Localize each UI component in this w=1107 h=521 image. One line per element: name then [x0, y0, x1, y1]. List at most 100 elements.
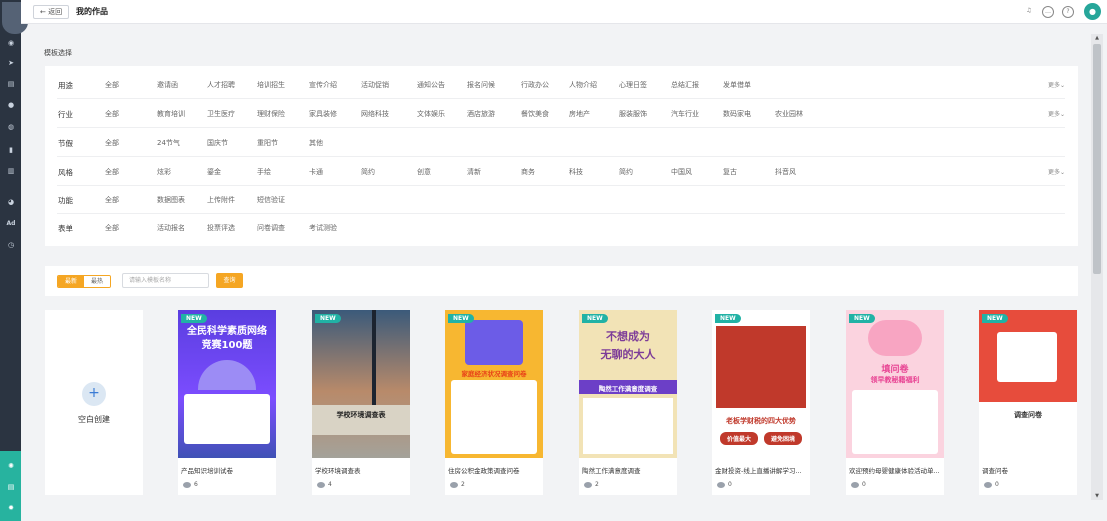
scroll-up-icon[interactable]: ▲ — [1091, 35, 1103, 41]
query-button[interactable]: 查询 — [216, 273, 243, 288]
filter-option[interactable]: 中国风 — [671, 167, 692, 177]
blank-create-card[interactable]: + 空白创建 — [45, 310, 143, 495]
filter-option[interactable]: 科技 — [569, 167, 583, 177]
more-dropdown[interactable]: 更多⌄ — [1048, 167, 1065, 176]
filter-option[interactable]: 全部 — [105, 138, 119, 148]
filter-option[interactable]: 国庆节 — [207, 138, 228, 148]
chat-icon[interactable]: … — [1042, 6, 1054, 18]
filter-option[interactable]: 培训招生 — [257, 80, 285, 90]
filter-option[interactable]: 活动报名 — [157, 223, 185, 233]
sidebar: ◉ ➤ ▤ ● ◍ ▮ ▥ ◕ Ad ◷ ✺ ▤ ✹ — [0, 0, 28, 521]
filter-option[interactable]: 上传附件 — [207, 195, 235, 205]
plus-icon[interactable]: + — [82, 382, 106, 406]
tab-hot[interactable]: 最热 — [84, 276, 110, 287]
filter-option[interactable]: 清新 — [467, 167, 481, 177]
bookmark-icon[interactable]: ▮ — [6, 145, 16, 155]
filter-option[interactable]: 酒店旅游 — [467, 109, 495, 119]
filter-option[interactable]: 创意 — [417, 167, 431, 177]
filter-option[interactable]: 人才招聘 — [207, 80, 235, 90]
filter-option[interactable]: 家具装修 — [309, 109, 337, 119]
filter-row: 风格 全部 炫彩 鎏金 手绘 卡通 简约 创意 清新 商务 科技 简约 中国风 复古 抖音风 更多⌄ — [57, 158, 1065, 186]
template-card[interactable]: 填问卷 领早教秘籍福利 NEW 欢迎预约母婴健康体验活动单... 0 — [846, 310, 944, 495]
filter-option[interactable]: 房地产 — [569, 109, 590, 119]
filter-option[interactable]: 全部 — [105, 109, 119, 119]
filter-option[interactable]: 汽车行业 — [671, 109, 699, 119]
filter-option[interactable]: 通知公告 — [417, 80, 445, 90]
template-card[interactable]: 调查问卷 NEW 调查问卷 0 — [979, 310, 1077, 495]
thumb-textbox — [184, 394, 270, 444]
filter-option[interactable]: 网络科技 — [361, 109, 389, 119]
filter-option[interactable]: 手绘 — [257, 167, 271, 177]
document-icon[interactable]: ▤ — [6, 482, 16, 492]
filter-option[interactable]: 简约 — [619, 167, 633, 177]
wechat-icon[interactable]: ◕ — [6, 197, 16, 207]
help-icon[interactable]: ? — [1062, 6, 1074, 18]
filter-option[interactable]: 抖音风 — [775, 167, 796, 177]
atom-icon[interactable]: ✺ — [6, 461, 16, 471]
ad-icon[interactable]: Ad — [6, 219, 16, 229]
filter-option[interactable]: 其他 — [309, 138, 323, 148]
chart-icon[interactable]: ▥ — [6, 166, 16, 176]
filter-option[interactable]: 全部 — [105, 195, 119, 205]
filter-option[interactable]: 数据图表 — [157, 195, 185, 205]
scrollbar-thumb[interactable] — [1093, 44, 1101, 274]
filter-option[interactable]: 卫生医疗 — [207, 109, 235, 119]
filter-option[interactable]: 复古 — [723, 167, 737, 177]
filter-option[interactable]: 邀请函 — [157, 80, 178, 90]
filter-option[interactable]: 全部 — [105, 223, 119, 233]
filter-option[interactable]: 活动促销 — [361, 80, 389, 90]
filter-option[interactable]: 考试测验 — [309, 223, 337, 233]
tab-latest[interactable]: 最新 — [58, 276, 84, 287]
filter-option[interactable]: 卡通 — [309, 167, 323, 177]
filter-option[interactable]: 总结汇报 — [671, 80, 699, 90]
user-icon[interactable]: ● — [6, 100, 16, 110]
scroll-down-icon[interactable]: ▼ — [1091, 493, 1103, 499]
filter-option[interactable]: 宣传介绍 — [309, 80, 337, 90]
filter-option[interactable]: 问卷调查 — [257, 223, 285, 233]
filter-option[interactable]: 短信验证 — [257, 195, 285, 205]
filter-option[interactable]: 炫彩 — [157, 167, 171, 177]
filter-option[interactable]: 服装服饰 — [619, 109, 647, 119]
clock-icon[interactable]: ◷ — [6, 240, 16, 250]
filter-option[interactable]: 24节气 — [157, 138, 180, 148]
new-badge: NEW — [849, 314, 875, 323]
template-card[interactable]: 老板学财税的四大优势 价值最大 避免困境 NEW 金财投资-线上直播讲解学习..… — [712, 310, 810, 495]
header: ← 返回 我的作品 ♫ … ? ● — [21, 0, 1107, 24]
filter-option[interactable]: 文体娱乐 — [417, 109, 445, 119]
filter-option[interactable]: 全部 — [105, 167, 119, 177]
template-card[interactable]: 家庭经济状况调查问卷 NEW 住房公积金政策调查问卷 2 — [445, 310, 543, 495]
filter-option[interactable]: 鎏金 — [207, 167, 221, 177]
bell-icon[interactable]: ♫ — [1023, 6, 1035, 18]
settings-icon[interactable]: ✹ — [6, 503, 16, 513]
filter-option[interactable]: 教育培训 — [157, 109, 185, 119]
template-card[interactable]: 全民科学素质网络 竞赛100题 NEW 产品知识培训试卷 6 — [178, 310, 276, 495]
lamp-post — [372, 310, 376, 405]
filter-option[interactable]: 重阳节 — [257, 138, 278, 148]
filter-option[interactable]: 全部 — [105, 80, 119, 90]
send-icon[interactable]: ➤ — [6, 58, 16, 68]
filter-option[interactable]: 发单借单 — [723, 80, 751, 90]
search-input[interactable]: 请输入模板名称 — [122, 273, 209, 288]
more-dropdown[interactable]: 更多⌄ — [1048, 80, 1065, 89]
filter-option[interactable]: 行政办公 — [521, 80, 549, 90]
avatar[interactable]: ● — [1084, 3, 1101, 20]
template-card[interactable]: 不想成为 无聊的大人 陶然工作满意度调查 NEW 陶然工作满意度调查 2 — [579, 310, 677, 495]
filter-option[interactable]: 报名问候 — [467, 80, 495, 90]
filter-option[interactable]: 人物介绍 — [569, 80, 597, 90]
filter-option[interactable]: 商务 — [521, 167, 535, 177]
filter-option[interactable]: 投票评选 — [207, 223, 235, 233]
filter-option[interactable]: 农业园林 — [775, 109, 803, 119]
calendar-icon[interactable]: ▤ — [6, 79, 16, 89]
back-button[interactable]: ← 返回 — [33, 5, 70, 19]
filter-option[interactable]: 数码家电 — [723, 109, 751, 119]
filter-option[interactable]: 餐饮美食 — [521, 109, 549, 119]
filter-option[interactable]: 心理日签 — [619, 80, 647, 90]
template-card[interactable]: 学校环境调查表 NEW 学校环境调查表 4 — [312, 310, 410, 495]
scrollbar[interactable]: ▲ ▼ — [1091, 34, 1103, 500]
thumb-text: 全民科学素质网络 — [187, 326, 267, 337]
more-dropdown[interactable]: 更多⌄ — [1048, 109, 1065, 118]
filter-option[interactable]: 理财保险 — [257, 109, 285, 119]
camera-icon[interactable]: ◉ — [6, 38, 16, 48]
users-icon[interactable]: ◍ — [6, 122, 16, 132]
filter-option[interactable]: 简约 — [361, 167, 375, 177]
